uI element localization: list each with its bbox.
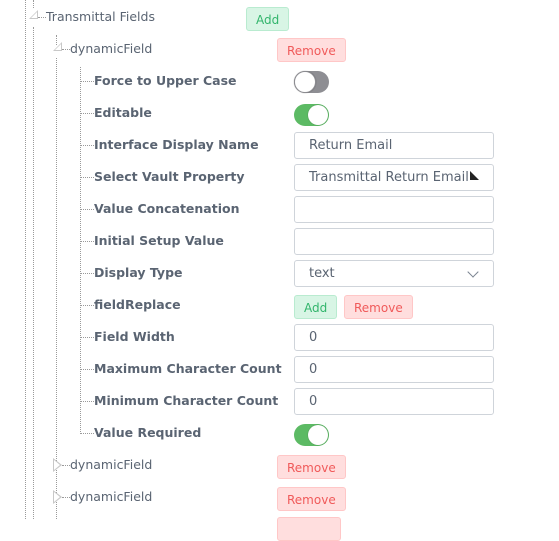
- tree-connector: [62, 465, 70, 466]
- tree-guide-line: [56, 58, 57, 519]
- property-label: Display Type: [94, 265, 183, 280]
- property-label: Field Width: [94, 329, 175, 344]
- tree-connector: [81, 273, 94, 274]
- property-label: Initial Setup Value: [94, 233, 224, 248]
- property-label: Minimum Character Count: [94, 393, 279, 408]
- tree-connector: [81, 369, 94, 370]
- selected-value: text: [309, 266, 335, 281]
- tree-guide-line: [33, 27, 34, 519]
- field-replace-remove-button[interactable]: Remove: [344, 295, 413, 319]
- add-button[interactable]: Add: [246, 7, 290, 31]
- tree-connector: [81, 209, 94, 210]
- toggle-knob: [308, 425, 328, 445]
- editable-toggle[interactable]: [294, 104, 329, 126]
- node-label[interactable]: dynamicField: [70, 489, 152, 505]
- property-label: Value Required: [94, 425, 202, 440]
- property-label: Maximum Character Count: [94, 361, 282, 376]
- tree-connector: [81, 433, 94, 434]
- tree-guide-line: [33, 0, 34, 8]
- tree-connector: [81, 337, 94, 338]
- value-concatenation-input[interactable]: [294, 196, 494, 223]
- tree-connector: [62, 49, 70, 50]
- node-label[interactable]: dynamicField: [70, 41, 152, 57]
- tree-connector: [81, 113, 94, 114]
- property-label: fieldReplace: [94, 297, 181, 312]
- tree-connector: [81, 241, 94, 242]
- chevron-down-icon: [467, 266, 479, 278]
- node-label[interactable]: Transmittal Fields: [46, 9, 155, 25]
- value-required-toggle[interactable]: [294, 424, 329, 446]
- remove-button-partial[interactable]: [277, 517, 341, 541]
- selected-value: Transmittal Return Email: [309, 170, 469, 185]
- display-type-select[interactable]: text: [294, 260, 494, 287]
- interface-display-name-input[interactable]: Return Email: [294, 132, 494, 159]
- tree-connector: [81, 305, 94, 306]
- property-label: Force to Upper Case: [94, 73, 237, 88]
- select-vault-property-select[interactable]: Transmittal Return Email: [294, 164, 494, 191]
- collapsed-triangle-icon[interactable]: [53, 490, 62, 504]
- force-upper-toggle[interactable]: [294, 71, 329, 93]
- tree-connector: [81, 81, 94, 82]
- field-replace-add-button[interactable]: Add: [294, 295, 338, 319]
- tree-guide-line: [25, 0, 26, 519]
- tree-guide-line: [80, 67, 81, 434]
- node-label[interactable]: dynamicField: [70, 457, 152, 473]
- property-label: Select Vault Property: [94, 169, 245, 184]
- remove-button[interactable]: Remove: [277, 455, 346, 479]
- expanded-triangle-icon[interactable]: [53, 42, 62, 51]
- tree-connector: [81, 177, 94, 178]
- tree-connector: [81, 145, 94, 146]
- toggle-knob: [294, 71, 316, 93]
- property-label: Interface Display Name: [94, 137, 259, 152]
- tree-connector: [62, 497, 70, 498]
- max-char-count-input[interactable]: 0: [294, 356, 494, 383]
- collapsed-triangle-icon[interactable]: [53, 458, 62, 472]
- mouse-cursor-icon: [470, 171, 479, 180]
- property-label: Editable: [94, 105, 152, 120]
- field-width-input[interactable]: 0: [294, 324, 494, 351]
- property-label: Value Concatenation: [94, 201, 240, 216]
- remove-button[interactable]: Remove: [277, 487, 346, 511]
- tree-connector: [38, 17, 46, 18]
- toggle-knob: [308, 105, 328, 125]
- min-char-count-input[interactable]: 0: [294, 388, 494, 415]
- remove-button[interactable]: Remove: [277, 38, 346, 62]
- expanded-triangle-icon[interactable]: [29, 10, 38, 19]
- tree-connector: [81, 401, 94, 402]
- initial-setup-value-input[interactable]: [294, 228, 494, 255]
